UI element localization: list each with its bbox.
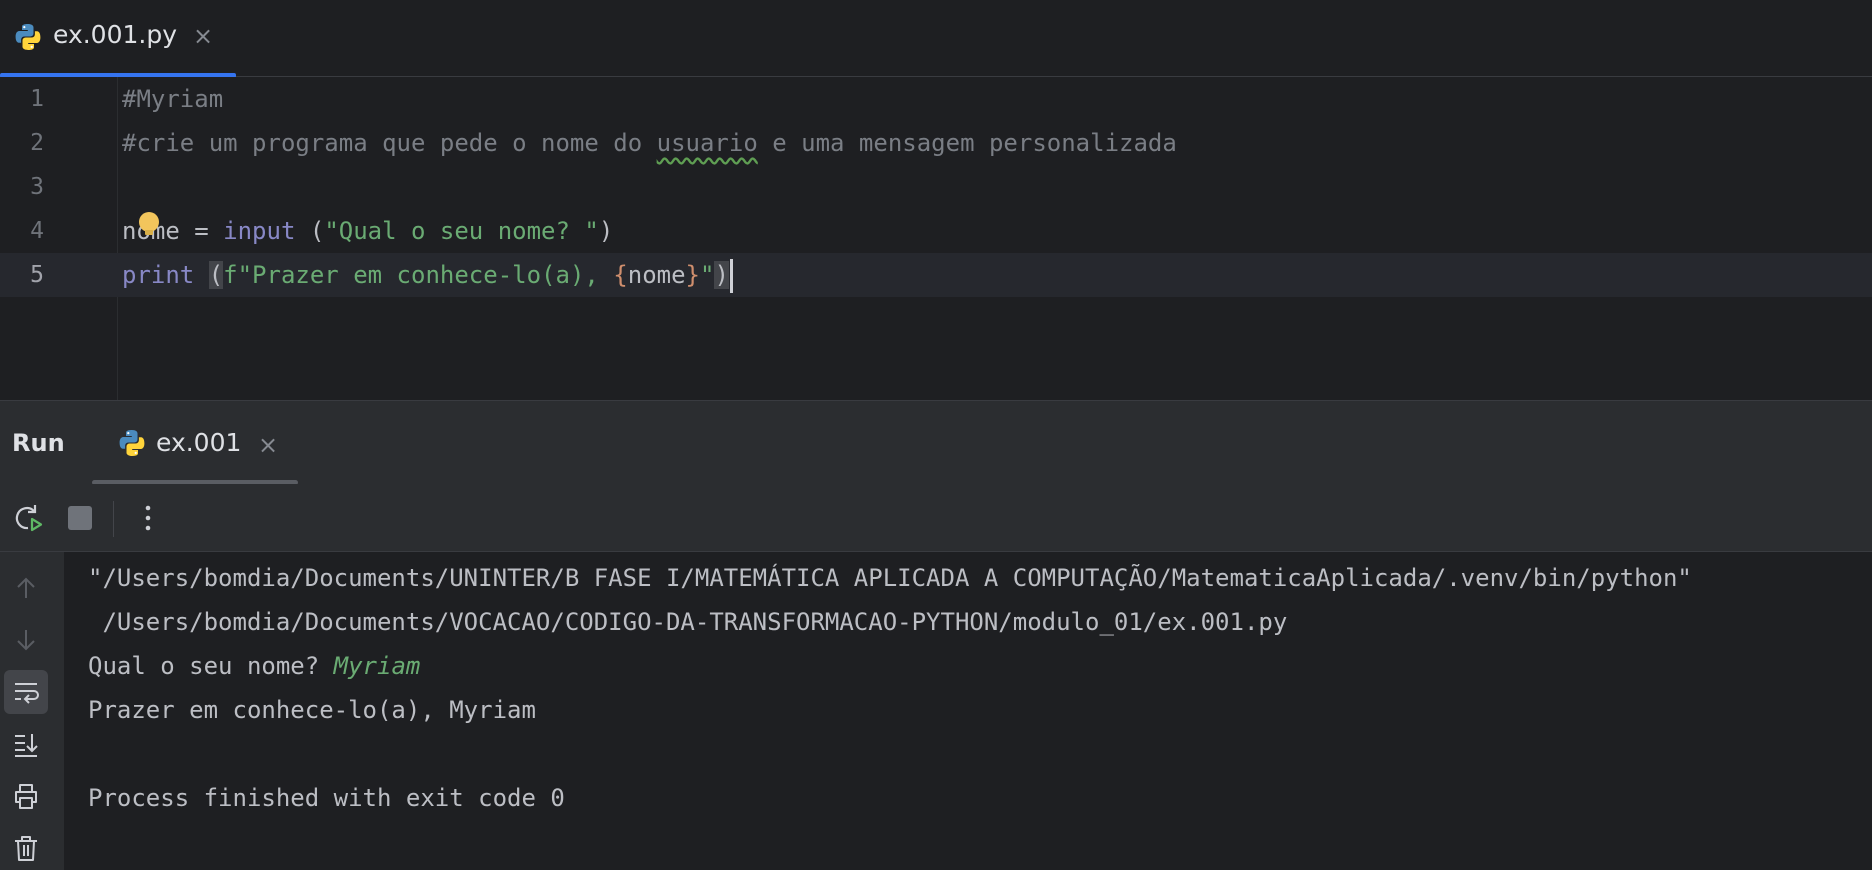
brace-token: } xyxy=(685,261,700,289)
line-number: 1 xyxy=(30,86,44,112)
more-options-icon[interactable] xyxy=(132,502,164,534)
matched-paren: ( xyxy=(208,261,224,289)
python-icon xyxy=(14,23,42,51)
builtin-token: print xyxy=(122,261,195,289)
code-text: nome = input ("Qual o seu nome? ") xyxy=(122,209,613,253)
operator-token: = xyxy=(179,217,224,245)
typo-word[interactable]: usuario xyxy=(657,129,758,157)
python-icon xyxy=(118,429,146,457)
brace-token: { xyxy=(613,261,628,289)
paren-token: ) xyxy=(598,217,614,245)
output-line: Process finished with exit code 0 xyxy=(88,784,565,812)
matched-paren: ) xyxy=(714,261,729,289)
rerun-icon[interactable] xyxy=(12,502,44,534)
code-line-1[interactable]: 1 #Myriam xyxy=(0,77,1872,121)
run-tab-ex001[interactable]: ex.001 × xyxy=(92,401,300,485)
code-editor[interactable]: 1 #Myriam 2 #crie um programa que pede o… xyxy=(0,77,1872,400)
code-text: print (f"Prazer em conhece-lo(a), {nome}… xyxy=(122,253,733,297)
output-line: Prazer em conhece-lo(a), Myriam xyxy=(88,696,536,724)
print-icon[interactable] xyxy=(4,774,48,818)
editor-tab-bar: ex.001.py × xyxy=(0,0,1872,78)
user-input-text: Myriam xyxy=(333,652,421,680)
scroll-down-icon[interactable] xyxy=(4,618,48,662)
comment-text: #crie um programa que pede o nome do xyxy=(122,129,657,157)
code-line-2[interactable]: 2 #crie um programa que pede o nome do u… xyxy=(0,121,1872,165)
output-line: "/Users/bomdia/Documents/UNINTER/B FASE … xyxy=(88,564,1692,592)
close-tab-icon[interactable]: × xyxy=(193,24,213,48)
string-token: " xyxy=(700,261,715,289)
ide-window: ex.001.py × 1 #Myriam 2 #crie um program… xyxy=(0,0,1872,870)
string-token: f"Prazer em conhece-lo(a), xyxy=(223,261,614,289)
line-number: 5 xyxy=(30,262,44,288)
builtin-token: input xyxy=(223,217,296,245)
run-toolbar xyxy=(0,484,1872,552)
stop-icon[interactable] xyxy=(64,502,96,534)
close-tab-icon[interactable]: × xyxy=(258,433,278,457)
soft-wrap-icon[interactable] xyxy=(4,670,48,714)
output-line: Qual o seu nome? Myriam xyxy=(88,644,420,688)
line-number: 4 xyxy=(30,218,44,244)
run-tool-window-header: Run ex.001 × xyxy=(0,400,1872,485)
scroll-to-end-icon[interactable] xyxy=(4,722,48,766)
paren-token: ( xyxy=(295,217,325,245)
clear-icon[interactable] xyxy=(4,826,48,870)
variable-token: nome xyxy=(627,261,686,289)
string-token: "Qual o seu nome? " xyxy=(324,217,599,245)
code-line-5[interactable]: 5 print (f"Prazer em conhece-lo(a), {nom… xyxy=(0,253,1872,297)
text-caret xyxy=(729,259,733,293)
console-output[interactable]: "/Users/bomdia/Documents/UNINTER/B FASE … xyxy=(64,552,1872,870)
run-tab-label: ex.001 xyxy=(156,428,242,457)
line-number: 2 xyxy=(30,130,44,156)
code-text: #crie um programa que pede o nome do usu… xyxy=(122,121,1177,165)
run-title: Run xyxy=(12,429,65,457)
console-side-toolbar xyxy=(0,552,64,870)
editor-tab-ex001[interactable]: ex.001.py × xyxy=(0,0,236,78)
lightbulb-icon[interactable] xyxy=(139,212,159,235)
line-number: 3 xyxy=(30,174,44,200)
editor-tab-label: ex.001.py xyxy=(53,20,178,49)
code-text: #Myriam xyxy=(122,85,224,113)
toolbar-separator xyxy=(113,501,114,537)
scroll-up-icon[interactable] xyxy=(4,566,48,610)
code-line-4[interactable]: 4 nome = input ("Qual o seu nome? ") xyxy=(0,209,1872,253)
code-line-3[interactable]: 3 xyxy=(0,165,1872,209)
comment-text: e uma mensagem personalizada xyxy=(757,129,1177,157)
output-line: /Users/bomdia/Documents/VOCACAO/CODIGO-D… xyxy=(88,608,1288,636)
prompt-text: Qual o seu nome? xyxy=(88,652,334,680)
